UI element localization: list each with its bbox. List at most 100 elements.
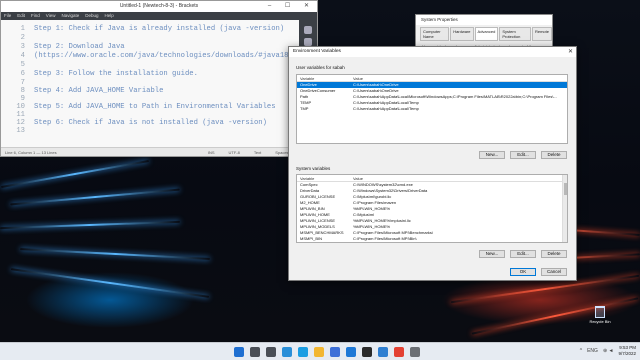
menu-find[interactable]: Find bbox=[31, 12, 40, 20]
column-value[interactable]: Value bbox=[353, 75, 567, 81]
close-button[interactable]: ✕ bbox=[568, 47, 573, 57]
user-variables-table[interactable]: Variable Value OneDrive C:\Users\sabah\On… bbox=[296, 74, 568, 144]
cancel-button[interactable]: Cancel bbox=[541, 268, 567, 276]
code-editor[interactable]: 1 Step 1: Check if Java is already instal… bbox=[1, 20, 301, 148]
clock-date: 9/7/2022 bbox=[618, 351, 636, 356]
chrome-icon[interactable] bbox=[394, 347, 404, 357]
recycle-bin-shortcut[interactable]: Recycle Bin bbox=[588, 306, 612, 324]
tray-overflow-icon[interactable]: ^ bbox=[580, 348, 582, 354]
brackets-icon[interactable] bbox=[378, 347, 388, 357]
wallpaper-streak bbox=[471, 297, 639, 335]
file-explorer-icon[interactable] bbox=[314, 347, 324, 357]
wallpaper-streak bbox=[0, 220, 180, 230]
table-row[interactable]: MSMPI_BIN C:\Program Files\Microsoft MPI\… bbox=[297, 236, 567, 242]
line-number: 2 bbox=[20, 34, 25, 42]
menu-view[interactable]: View bbox=[46, 12, 56, 20]
windows-start-icon[interactable] bbox=[234, 347, 244, 357]
brackets-window[interactable]: Untitled-1 (Newtech-8-3) - Brackets – ☐ … bbox=[0, 0, 318, 157]
line-number: 8 bbox=[20, 87, 25, 95]
line-text: (https://www.oracle.com/java/technologie… bbox=[34, 52, 293, 60]
menu-file[interactable]: File bbox=[4, 12, 11, 20]
taskbar: ^ ENG ⊕ ◄ 9:53 PM 9/7/2022 bbox=[0, 342, 640, 360]
window-title-bar[interactable]: Untitled-1 (Newtech-8-3) - Brackets – ☐ … bbox=[1, 1, 317, 12]
window-title: Untitled-1 (Newtech-8-3) - Brackets bbox=[119, 3, 199, 9]
table-row[interactable]: TMP C:\Users\sabah\AppData\Local\Temp bbox=[297, 106, 567, 112]
user-new-button[interactable]: New... bbox=[479, 151, 505, 159]
wallpaper-streak bbox=[20, 248, 210, 260]
system-tray: ^ ENG ⊕ ◄ 9:53 PM 9/7/2022 bbox=[580, 345, 636, 357]
variable-name: TMP bbox=[300, 106, 309, 111]
search-icon[interactable] bbox=[250, 347, 260, 357]
menu-bar: File Edit Find View Navigate Debug Help bbox=[1, 12, 317, 20]
tab-hardware[interactable]: Hardware bbox=[450, 27, 474, 41]
user-delete-button[interactable]: Delete bbox=[541, 151, 567, 159]
menu-navigate[interactable]: Navigate bbox=[61, 12, 79, 20]
terminal-icon[interactable] bbox=[362, 347, 372, 357]
line-number: 9 bbox=[20, 95, 25, 103]
line-number: 11 bbox=[16, 111, 25, 119]
line-text: Step 2: Download Java bbox=[34, 43, 125, 51]
line-text: Step 5: Add JAVA_HOME to Path in Environ… bbox=[34, 103, 276, 111]
line-number: 1 bbox=[20, 25, 25, 33]
line-number: 3 bbox=[20, 43, 25, 51]
tab-strip: Computer Name Hardware Advanced System P… bbox=[416, 27, 552, 41]
column-variable[interactable]: Variable bbox=[297, 175, 353, 181]
system-variables-label: System variables bbox=[296, 166, 331, 171]
column-value[interactable]: Value bbox=[353, 175, 567, 181]
widgets-icon[interactable] bbox=[282, 347, 292, 357]
settings-icon[interactable] bbox=[410, 347, 420, 357]
table-header: Variable Value bbox=[297, 75, 567, 82]
system-edit-button[interactable]: Edit... bbox=[510, 250, 536, 258]
line-text: Step 3: Follow the installation guide. bbox=[34, 70, 198, 78]
scrollbar-thumb[interactable] bbox=[564, 183, 567, 195]
dialog-title-bar[interactable]: Environment Variables ✕ bbox=[289, 47, 576, 57]
language-indicator[interactable]: ENG bbox=[587, 348, 598, 354]
insert-mode[interactable]: INS bbox=[208, 148, 215, 157]
menu-help[interactable]: Help bbox=[105, 12, 114, 20]
edge-icon[interactable] bbox=[298, 347, 308, 357]
task-view-icon[interactable] bbox=[266, 347, 276, 357]
live-preview-icon[interactable] bbox=[304, 26, 312, 34]
system-new-button[interactable]: New... bbox=[479, 250, 505, 258]
line-number: 12 bbox=[16, 119, 25, 127]
wallpaper-streak bbox=[0, 159, 150, 189]
menu-debug[interactable]: Debug bbox=[85, 12, 98, 20]
line-text: Step 1: Check if Java is already install… bbox=[34, 25, 285, 33]
column-variable[interactable]: Variable bbox=[297, 75, 353, 81]
scrollbar[interactable] bbox=[562, 175, 567, 242]
user-variables-label: User variables for sabah bbox=[296, 65, 345, 70]
system-variables-table[interactable]: Variable Value ComSpec C:\WINDOWS\system3… bbox=[296, 174, 568, 243]
line-text: Step 4: Add JAVA_HOME Variable bbox=[34, 87, 164, 95]
extension-manager-icon[interactable] bbox=[304, 38, 312, 46]
user-edit-button[interactable]: Edit... bbox=[510, 151, 536, 159]
mail-icon[interactable] bbox=[346, 347, 356, 357]
language-mode[interactable]: Text bbox=[254, 148, 261, 157]
tab-system-protection[interactable]: System Protection bbox=[499, 27, 531, 41]
tab-advanced[interactable]: Advanced bbox=[474, 27, 499, 41]
line-number: 10 bbox=[16, 103, 25, 111]
wallpaper-streak bbox=[10, 268, 210, 298]
wallpaper-streak bbox=[10, 188, 180, 206]
variable-value: C:\Users\sabah\AppData\Local\Temp bbox=[353, 106, 419, 111]
network-volume-icon[interactable]: ⊕ ◄ bbox=[603, 348, 614, 354]
code-line[interactable]: 13 bbox=[1, 127, 301, 137]
environment-variables-dialog[interactable]: Environment Variables ✕ User variables f… bbox=[288, 46, 577, 281]
encoding[interactable]: UTF-8 bbox=[229, 148, 240, 157]
tab-computer-name[interactable]: Computer Name bbox=[420, 27, 450, 41]
store-icon[interactable] bbox=[330, 347, 340, 357]
clock[interactable]: 9:53 PM 9/7/2022 bbox=[618, 345, 636, 357]
line-number: 4 bbox=[20, 52, 25, 60]
menu-edit[interactable]: Edit bbox=[17, 12, 25, 20]
line-text: Step 6: Check if Java is not installed (… bbox=[34, 119, 267, 127]
cursor-position: Line 6, Column 1 — 13 Lines bbox=[5, 150, 57, 155]
line-number: 6 bbox=[20, 70, 25, 78]
table-header: Variable Value bbox=[297, 175, 567, 182]
tab-remote[interactable]: Remote bbox=[531, 27, 552, 41]
window-title: System Properties bbox=[416, 15, 552, 25]
recycle-bin-label: Recycle Bin bbox=[589, 319, 611, 324]
system-delete-button[interactable]: Delete bbox=[541, 250, 567, 258]
window-controls[interactable]: – ☐ ✕ bbox=[268, 1, 315, 12]
line-number: 5 bbox=[20, 61, 25, 69]
status-bar: Line 6, Column 1 — 13 Lines INS UTF-8 Te… bbox=[1, 147, 317, 156]
ok-button[interactable]: OK bbox=[510, 268, 536, 276]
